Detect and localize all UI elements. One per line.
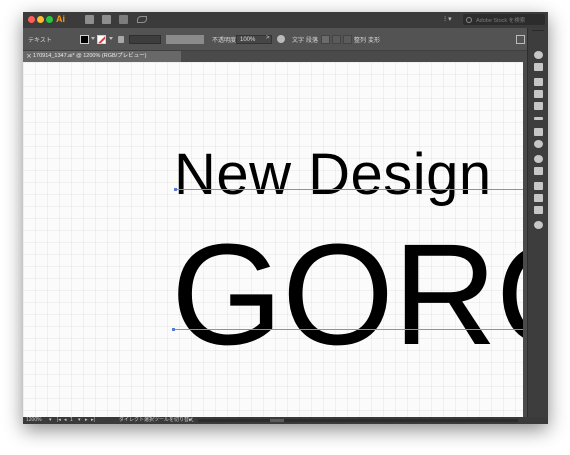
swatches-panel-icon[interactable] bbox=[534, 63, 543, 71]
horizontal-scrollbar[interactable] bbox=[198, 419, 518, 422]
stroke-weight-field[interactable] bbox=[129, 35, 161, 44]
color-panel-icon[interactable] bbox=[534, 51, 543, 59]
align-center-button[interactable] bbox=[332, 35, 341, 44]
last-artboard-icon[interactable]: ▸| bbox=[91, 417, 95, 424]
close-window-button[interactable] bbox=[28, 16, 35, 23]
maximize-window-button[interactable] bbox=[46, 16, 53, 23]
export-panel-icon[interactable] bbox=[534, 182, 543, 190]
transform-link[interactable]: 変形 bbox=[368, 35, 380, 44]
gpu-feather-icon[interactable] bbox=[137, 16, 147, 23]
baseline-guide-line1 bbox=[175, 189, 523, 190]
control-bar: テキスト 不透明度 100% > 文字 段落 整列 変形 bbox=[23, 28, 548, 51]
align-panel-icon[interactable] bbox=[534, 167, 543, 175]
opacity-arrow-icon[interactable]: > bbox=[266, 35, 270, 41]
title-bar: Ai ⁝ ▾ Adobe Stock を検索 bbox=[23, 12, 548, 28]
appearance-panel-icon[interactable] bbox=[534, 155, 543, 163]
align-right-button[interactable] bbox=[343, 35, 352, 44]
horizontal-scroll-thumb[interactable] bbox=[270, 419, 284, 422]
artboard-canvas[interactable]: New Design GORO bbox=[23, 62, 523, 417]
workspace-switcher[interactable]: ⁝ ▾ bbox=[444, 15, 452, 23]
minimize-window-button[interactable] bbox=[37, 16, 44, 23]
illustrator-logo-icon: Ai bbox=[56, 14, 65, 24]
arrange-documents-icon[interactable] bbox=[119, 15, 128, 24]
opacity-value: 100% bbox=[240, 37, 256, 43]
baseline-guide-line2 bbox=[173, 329, 523, 330]
symbols-panel-icon[interactable] bbox=[534, 90, 543, 98]
dock-grip[interactable] bbox=[532, 30, 544, 31]
fill-dropdown-icon[interactable] bbox=[91, 37, 95, 40]
stock-search-placeholder: Adobe Stock を検索 bbox=[476, 17, 526, 24]
gradient-panel-icon[interactable] bbox=[534, 128, 543, 136]
align-link[interactable]: 整列 bbox=[354, 35, 366, 44]
opacity-label[interactable]: 不透明度 bbox=[212, 35, 236, 44]
artboard-number[interactable]: 1 bbox=[70, 417, 73, 424]
selection-type-label: テキスト bbox=[28, 38, 52, 44]
paragraph-link[interactable]: 段落 bbox=[306, 35, 318, 44]
stroke-dropdown-icon[interactable] bbox=[109, 37, 113, 40]
links-panel-icon[interactable] bbox=[534, 221, 543, 229]
first-artboard-icon[interactable]: |◂ bbox=[57, 417, 61, 424]
illustrator-window: Ai ⁝ ▾ Adobe Stock を検索 テキスト 不透明度 100% > … bbox=[23, 12, 548, 424]
close-tab-icon[interactable]: × bbox=[26, 51, 32, 62]
document-tab-title: 170914_1347.ai* @ 1200% (RGB/プレビュー) bbox=[33, 53, 147, 59]
text-new-design[interactable]: New Design bbox=[174, 146, 492, 204]
text-goro[interactable]: GORO bbox=[171, 223, 523, 367]
search-icon bbox=[466, 16, 472, 23]
brushes-panel-icon[interactable] bbox=[534, 78, 543, 86]
baseline-anchor-1[interactable] bbox=[174, 188, 177, 191]
align-left-button[interactable] bbox=[321, 35, 330, 44]
next-artboard-icon[interactable]: ▸ bbox=[85, 417, 88, 424]
stock-search-input[interactable]: Adobe Stock を検索 bbox=[463, 14, 545, 25]
baseline-anchor-2[interactable] bbox=[172, 328, 175, 331]
prev-artboard-icon[interactable]: ◂ bbox=[64, 417, 67, 424]
layers-panel-icon[interactable] bbox=[534, 194, 543, 202]
artboards-panel-icon[interactable] bbox=[534, 206, 543, 214]
status-menu-icon[interactable]: ▸ bbox=[189, 417, 192, 424]
graphic-style-swatch[interactable] bbox=[166, 35, 204, 44]
transparency-panel-icon[interactable] bbox=[534, 140, 543, 148]
stroke-panel-icon[interactable] bbox=[118, 36, 124, 43]
stroke-panel-icon[interactable] bbox=[534, 117, 543, 120]
stroke-color-swatch[interactable] bbox=[97, 35, 106, 44]
zoom-level[interactable]: 1200% bbox=[26, 417, 42, 424]
artboard-dropdown-icon[interactable]: ▾ bbox=[78, 417, 81, 424]
graphic-styles-panel-icon[interactable] bbox=[534, 102, 543, 110]
fill-color-swatch[interactable] bbox=[80, 35, 89, 44]
document-tab[interactable]: × 170914_1347.ai* @ 1200% (RGB/プレビュー) bbox=[23, 51, 181, 62]
bridge-icon[interactable] bbox=[85, 15, 94, 24]
status-bar: 1200% ▾ |◂ ◂ 1 ▾ ▸ ▸| ダイレクト選択ツールを切り替え ▸ bbox=[23, 417, 548, 424]
control-panel-menu-icon[interactable] bbox=[516, 35, 525, 44]
tool-status-text: ダイレクト選択ツールを切り替え bbox=[119, 417, 195, 423]
character-link[interactable]: 文字 bbox=[292, 35, 304, 44]
tab-bar bbox=[181, 51, 527, 62]
panel-dock bbox=[527, 28, 548, 424]
recolor-artwork-icon[interactable] bbox=[277, 35, 285, 43]
zoom-dropdown-icon[interactable]: ▾ bbox=[49, 417, 52, 424]
stock-icon[interactable] bbox=[102, 15, 111, 24]
